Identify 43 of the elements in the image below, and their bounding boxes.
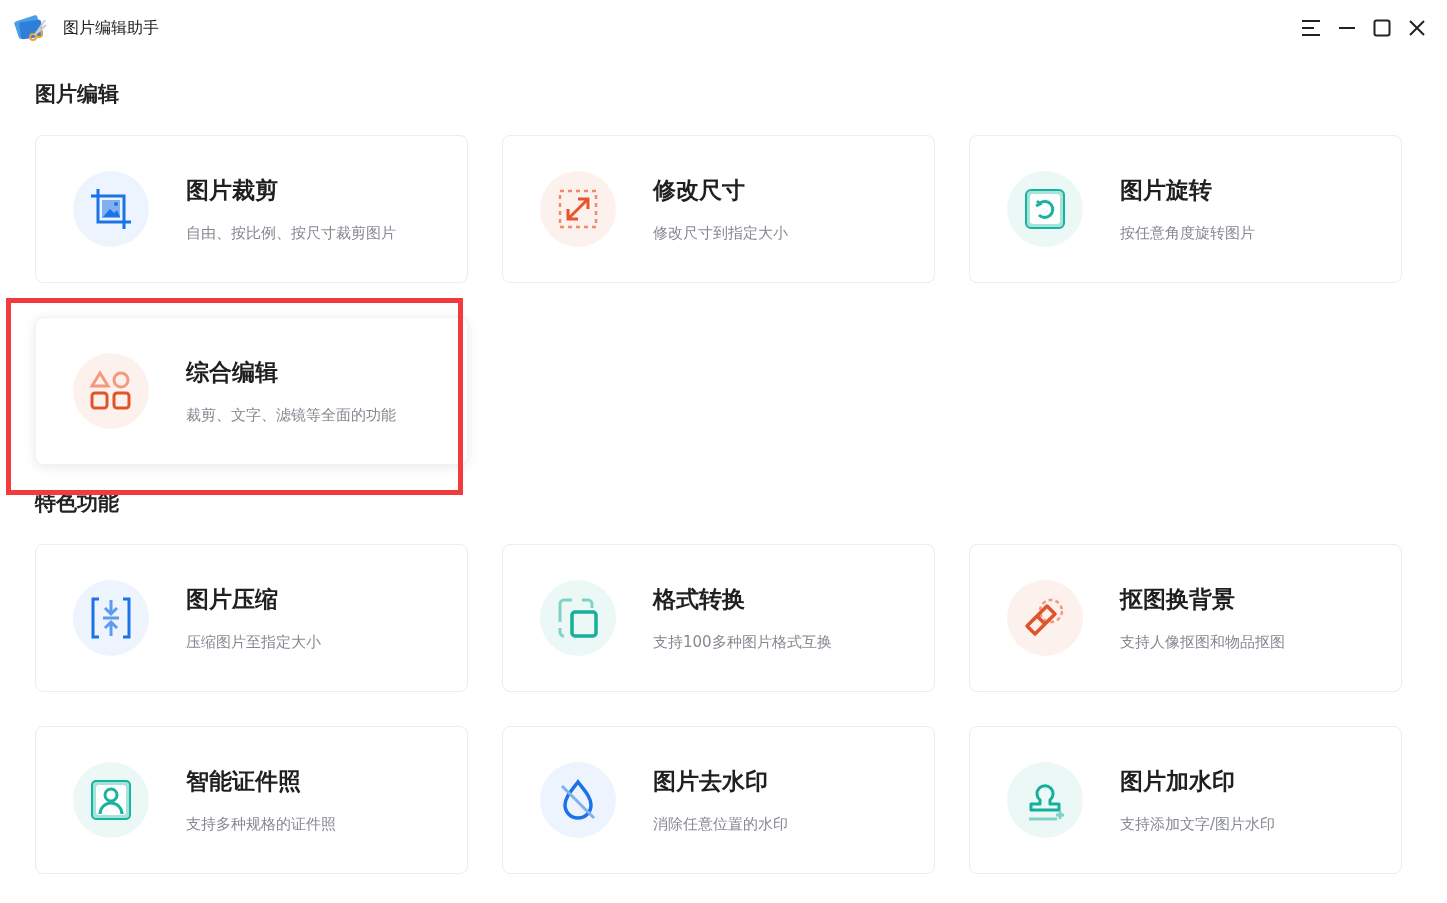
- card-description: 消除任意位置的水印: [653, 815, 788, 834]
- rotate-icon: [1023, 187, 1067, 231]
- close-icon[interactable]: [1408, 19, 1426, 37]
- card-description: 支持添加文字/图片水印: [1120, 815, 1276, 834]
- feature-card[interactable]: 图片压缩 压缩图片至指定大小: [35, 544, 468, 692]
- card-description: 自由、按比例、按尺寸裁剪图片: [186, 224, 396, 243]
- feature-card[interactable]: 格式转换 支持100多种图片格式互换: [502, 544, 935, 692]
- feature-card[interactable]: 修改尺寸 修改尺寸到指定大小: [502, 135, 935, 283]
- card-description: 修改尺寸到指定大小: [653, 224, 788, 243]
- feature-card[interactable]: 图片裁剪 自由、按比例、按尺寸裁剪图片: [35, 135, 468, 283]
- card-title: 智能证件照: [186, 767, 302, 796]
- section-heading: 图片编辑: [35, 81, 120, 108]
- squares-icon: [556, 596, 600, 640]
- resize-arrows-icon: [556, 187, 600, 231]
- feature-card[interactable]: 抠图换背景 支持人像抠图和物品抠图: [969, 544, 1402, 692]
- card-description: 按任意角度旋转图片: [1120, 224, 1255, 243]
- feature-card[interactable]: 综合编辑 裁剪、文字、滤镜等全面的功能: [35, 317, 468, 465]
- card-description: 支持人像抠图和物品抠图: [1120, 633, 1285, 652]
- feature-card[interactable]: 智能证件照 支持多种规格的证件照: [35, 726, 468, 874]
- menu-icon[interactable]: [1301, 19, 1321, 37]
- card-description: 支持多种规格的证件照: [186, 815, 336, 834]
- card-title: 图片旋转: [1120, 176, 1213, 205]
- card-title: 格式转换: [653, 585, 746, 614]
- card-description: 支持100多种图片格式互换: [653, 633, 832, 652]
- maximize-icon[interactable]: [1373, 19, 1391, 37]
- card-title: 图片加水印: [1120, 767, 1236, 796]
- card-description: 裁剪、文字、滤镜等全面的功能: [186, 406, 396, 425]
- shapes-icon: [89, 369, 133, 413]
- feature-card[interactable]: 图片加水印 支持添加文字/图片水印: [969, 726, 1402, 874]
- app-logo-icon: [13, 12, 49, 44]
- card-title: 抠图换背景: [1120, 585, 1236, 614]
- feature-card[interactable]: 图片去水印 消除任意位置的水印: [502, 726, 935, 874]
- card-title: 修改尺寸: [653, 176, 746, 205]
- crop-icon: [89, 187, 133, 231]
- compress-icon: [89, 596, 133, 640]
- card-title: 图片压缩: [186, 585, 279, 614]
- portrait-icon: [89, 778, 133, 822]
- feature-card[interactable]: 图片旋转 按任意角度旋转图片: [969, 135, 1402, 283]
- card-title: 综合编辑: [186, 358, 279, 387]
- window-title: 图片编辑助手: [63, 17, 159, 39]
- card-title: 图片裁剪: [186, 176, 279, 205]
- card-description: 压缩图片至指定大小: [186, 633, 321, 652]
- card-title: 图片去水印: [653, 767, 769, 796]
